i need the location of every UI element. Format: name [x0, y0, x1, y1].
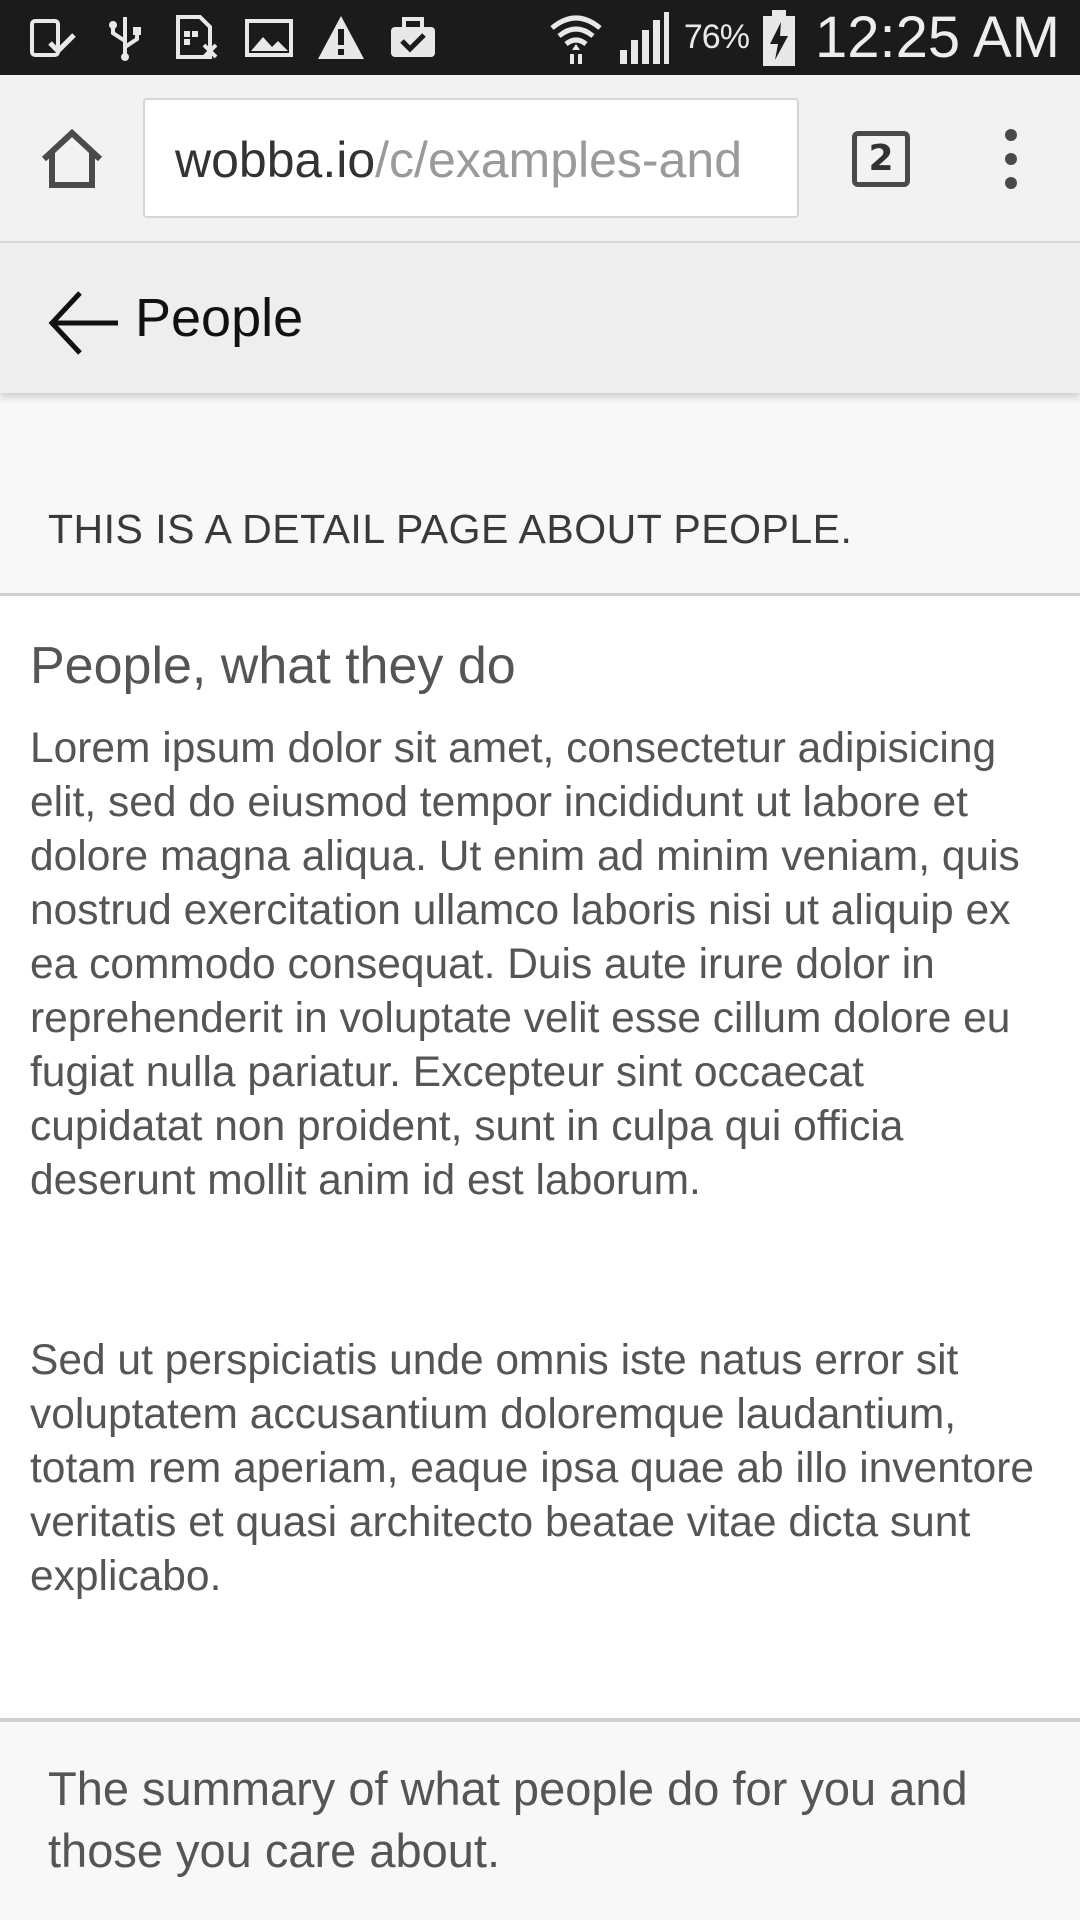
briefcase-check-icon: [391, 17, 435, 57]
wifi-icon: [550, 15, 602, 64]
image-icon: [245, 19, 293, 57]
sim-error-icon: [176, 15, 218, 59]
page-title: People: [135, 288, 304, 348]
content-paragraph-1: Lorem ipsum dolor sit amet, consectetur …: [30, 725, 1020, 1204]
status-bar: 76% 12:25 AM: [0, 0, 1080, 75]
tab-switcher-button[interactable]: 2: [852, 131, 910, 187]
home-icon[interactable]: [36, 123, 108, 195]
download-done-icon: [30, 19, 76, 57]
content-title: People, what they do: [30, 637, 516, 695]
content-card: People, what they do Lorem ipsum dolor s…: [0, 596, 1080, 1721]
browser-toolbar: wobba.io/c/examples-and 2: [0, 75, 1080, 243]
url-domain: wobba.io: [175, 132, 376, 188]
summary-footer: The summary of what people do for you an…: [0, 1718, 1080, 1920]
notification-icons: [28, 10, 438, 66]
battery-charging-icon: [762, 9, 795, 66]
warning-icon: [318, 16, 364, 59]
url-bar[interactable]: wobba.io/c/examples-and: [143, 98, 799, 218]
summary-text: The summary of what people do for you an…: [48, 1762, 968, 1877]
content-paragraph-2: Sed ut perspiciatis unde omnis iste natu…: [30, 1337, 1035, 1600]
clock: 12:25 AM: [814, 5, 1060, 70]
battery-percentage: 76%: [683, 18, 750, 56]
banner-text: THIS IS A DETAIL PAGE ABOUT PEOPLE.: [48, 506, 853, 552]
detail-banner: THIS IS A DETAIL PAGE ABOUT PEOPLE.: [0, 393, 1080, 596]
app-header: People: [0, 243, 1080, 393]
usb-icon: [109, 17, 141, 61]
signal-icon: [619, 11, 669, 64]
url-text[interactable]: wobba.io/c/examples-and: [175, 132, 742, 188]
url-path: /c/examples-and: [375, 132, 743, 188]
more-vert-icon[interactable]: [988, 127, 1034, 191]
arrow-back-icon[interactable]: [46, 285, 122, 361]
system-status: 76% 12:25 AM: [548, 0, 1060, 75]
